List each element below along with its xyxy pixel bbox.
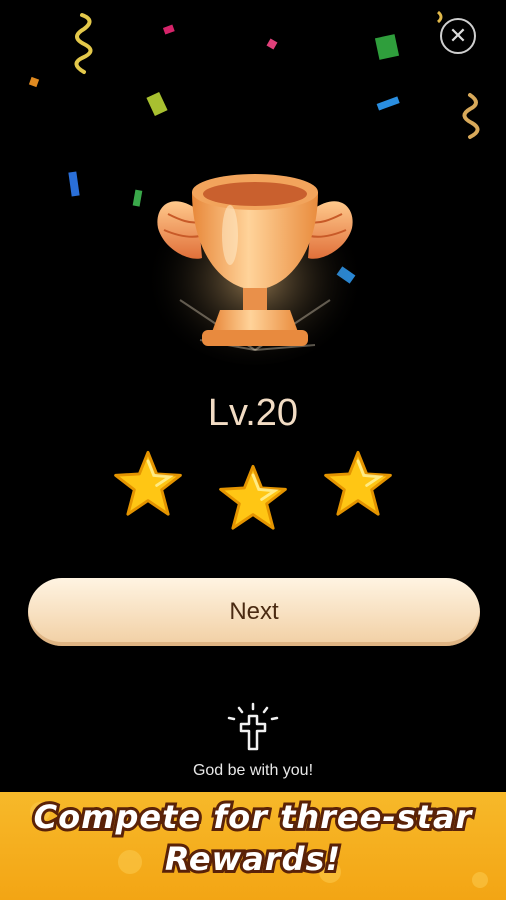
cross-icon bbox=[227, 702, 279, 751]
blessing-text: God be with you! bbox=[192, 762, 314, 779]
next-button[interactable]: Next bbox=[28, 578, 480, 646]
star-icon bbox=[114, 450, 182, 516]
promo-banner: Compete for three-star Rewards! bbox=[0, 792, 506, 900]
star-icon bbox=[324, 450, 392, 516]
star-rating bbox=[0, 448, 506, 538]
level-complete-screen: ✕ Lv.20 Next God be with you! Compete fo… bbox=[0, 0, 506, 900]
trophy-icon bbox=[145, 174, 365, 365]
level-label: Lv.20 bbox=[207, 392, 299, 434]
banner-title-line2: Rewards! bbox=[162, 837, 343, 881]
next-button-label: Next bbox=[229, 598, 279, 625]
close-icon: ✕ bbox=[448, 23, 468, 48]
banner-title-line1: Compete for three-star bbox=[31, 795, 475, 839]
close-button[interactable]: ✕ bbox=[440, 18, 476, 54]
star-icon bbox=[219, 464, 287, 530]
